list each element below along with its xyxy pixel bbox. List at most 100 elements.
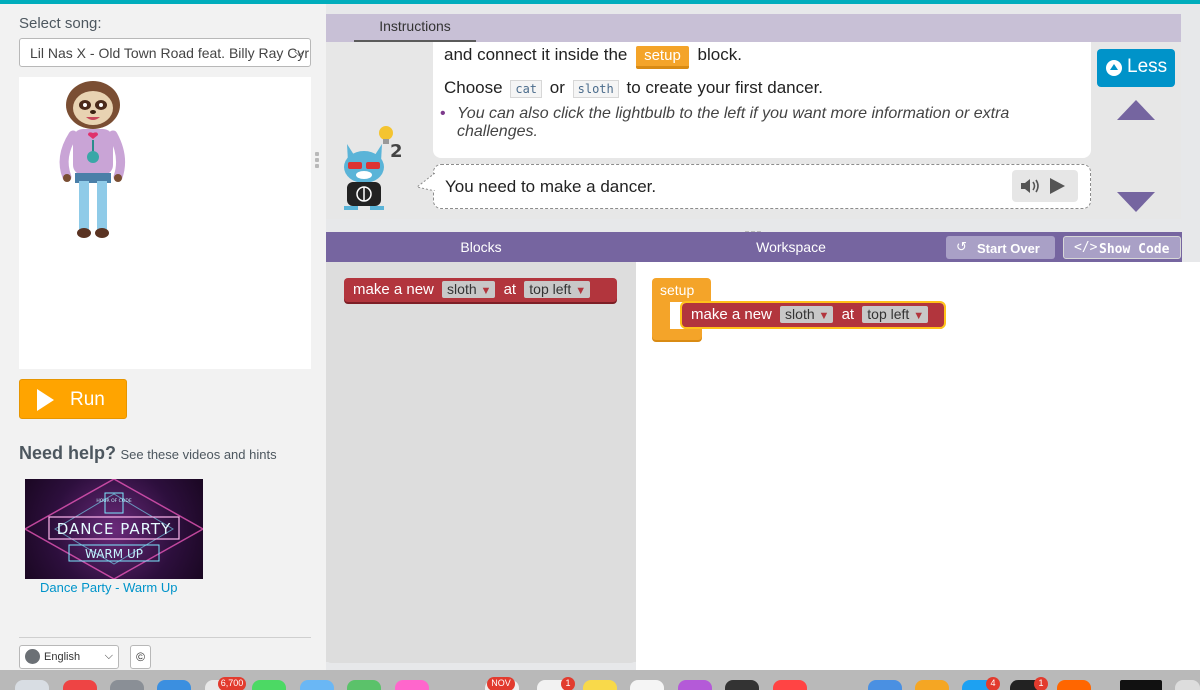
app-icon[interactable] [63,680,97,690]
dock-badge: 4 [986,677,1000,690]
position-dropdown[interactable]: top left ▼ [862,306,929,323]
show-code-button[interactable]: </> Show Code [1063,236,1181,259]
dancer-dropdown[interactable]: sloth ▼ [780,306,834,323]
song-select-value: Lil Nas X - Old Town Road feat. Billy Ra… [30,45,311,61]
play-icon [37,389,54,411]
workspace-make-dancer-block[interactable]: make a new sloth ▼ at top left ▼ [680,301,946,329]
app-icon[interactable] [630,680,664,690]
setup-block-bottom [652,329,702,340]
chevron-down-icon: ⌵ [104,650,113,662]
block-text: at [841,306,855,323]
dropdown-caret-icon: ▼ [480,285,492,297]
dropdown-caret-icon: ▼ [575,285,587,297]
vertical-resize-handle[interactable] [315,152,320,170]
dance-stage [19,77,311,369]
dancer-dropdown-value: sloth [785,306,815,322]
cat-avatar[interactable]: 2 [342,122,404,212]
instruction-text: block. [697,45,742,64]
scroll-down-arrow-icon[interactable] [1117,192,1155,212]
undo-icon: ↺ [956,239,967,254]
video-thumbnail[interactable]: HOUR OF CODE DANCE PARTY WARM UP [25,479,203,579]
dancer-dropdown-value: sloth [447,281,477,297]
hint-text: You need to make a dancer. [445,177,657,196]
left-divider [19,637,311,638]
setup-block-label: setup [652,278,711,302]
trash-icon[interactable] [1175,680,1200,690]
instructions-bubble: and connect it inside the setup block. C… [433,42,1091,158]
start-over-button[interactable]: ↺ Start Over [946,236,1055,259]
app-icon[interactable] [110,680,144,690]
audio-controls[interactable] [1012,170,1078,202]
cat-lightbulb-icon: 2 [344,126,403,210]
photos-icon[interactable] [395,680,429,690]
code-brackets-icon: </> [1074,240,1098,255]
video-thumbnail-art: HOUR OF CODE DANCE PARTY WARM UP [25,479,203,579]
app-icon[interactable] [915,680,949,690]
tab-instructions[interactable]: Instructions [354,18,476,42]
select-song-label: Select song: [19,15,102,32]
instructions-panel: Instructions and connect it inside the s… [326,14,1181,219]
hint-bubble: You need to make a dancer. [417,164,1091,209]
dropdown-caret-icon: ▼ [913,310,925,322]
run-button[interactable]: Run [19,379,127,419]
app-icon[interactable] [773,680,807,690]
window-thumbnail[interactable] [1120,680,1162,690]
toolbox-make-dancer-block[interactable]: make a new sloth ▼ at top left ▼ [344,278,617,302]
workspace-header: Workspace ↺ Start Over </> Show Code [636,232,1182,262]
less-button[interactable]: Less [1097,49,1175,87]
song-select[interactable]: Lil Nas X - Old Town Road feat. Billy Ra… [19,38,311,67]
finder-icon[interactable] [15,680,49,690]
language-select[interactable]: English ⌵ [19,645,119,669]
bullet-text: You can also click the lightbulb to the … [457,105,1010,140]
instruction-line-2: Choose cat or sloth to create your first… [444,78,823,98]
instructions-header: Instructions [326,14,1181,42]
dropdown-caret-icon: ▼ [818,310,830,322]
app-icon[interactable] [725,680,759,690]
scroll-up-arrow-icon[interactable] [1117,100,1155,120]
position-dropdown-value: top left [529,281,572,297]
os-dock: 6,700 NOV 1 4 1 [0,670,1200,690]
need-help-title: Need help? [19,443,117,463]
workspace-title: Workspace [756,239,826,255]
copyright-button[interactable]: © [130,645,151,669]
lightbulb-count: 2 [390,141,403,162]
globe-icon [25,649,40,664]
maps-icon[interactable] [347,680,381,690]
instruction-text: to create your first dancer. [626,78,824,97]
instruction-text: or [549,78,565,97]
instruction-bullet: • You can also click the lightbulb to th… [440,105,1057,141]
app-icon[interactable] [300,680,334,690]
left-panel: Select song: Lil Nas X - Old Town Road f… [0,4,326,670]
speaker-icon[interactable] [1019,177,1041,195]
play-audio-icon[interactable] [1050,178,1065,194]
toolbox-area: make a new sloth ▼ at top left ▼ [326,262,636,662]
dock-badge: NOV [487,677,515,690]
less-button-label: Less [1127,56,1168,77]
horizontal-resize-handle[interactable] [745,222,765,235]
show-code-label: Show Code [1099,242,1170,257]
safari-icon[interactable] [157,680,191,690]
app-icon[interactable] [1057,680,1091,690]
position-dropdown[interactable]: top left ▼ [524,281,591,298]
setup-block-arm [652,302,670,329]
instruction-text: and connect it inside the [444,45,628,64]
dock-badge: 1 [1034,677,1048,690]
video-title-link[interactable]: Dance Party - Warm Up [40,580,178,595]
podcasts-icon[interactable] [678,680,712,690]
start-over-label: Start Over [977,241,1040,256]
bullet-dot: • [440,105,446,122]
run-button-label: Run [70,389,105,410]
dock-badge: 1 [561,677,575,690]
notes-icon[interactable] [583,680,617,690]
language-value: English [44,651,81,663]
setup-pill: setup [636,46,689,69]
position-dropdown-value: top left [867,306,910,322]
app-icon[interactable] [868,680,902,690]
block-text: make a new [353,281,434,298]
block-text: at [503,281,517,298]
messages-icon[interactable] [252,680,286,690]
video-thumb-subtitle: WARM UP [85,547,143,561]
dancer-dropdown[interactable]: sloth ▼ [442,281,496,298]
chevron-down-icon: ⌵ [294,44,304,59]
toolbox-bottom [326,658,636,663]
